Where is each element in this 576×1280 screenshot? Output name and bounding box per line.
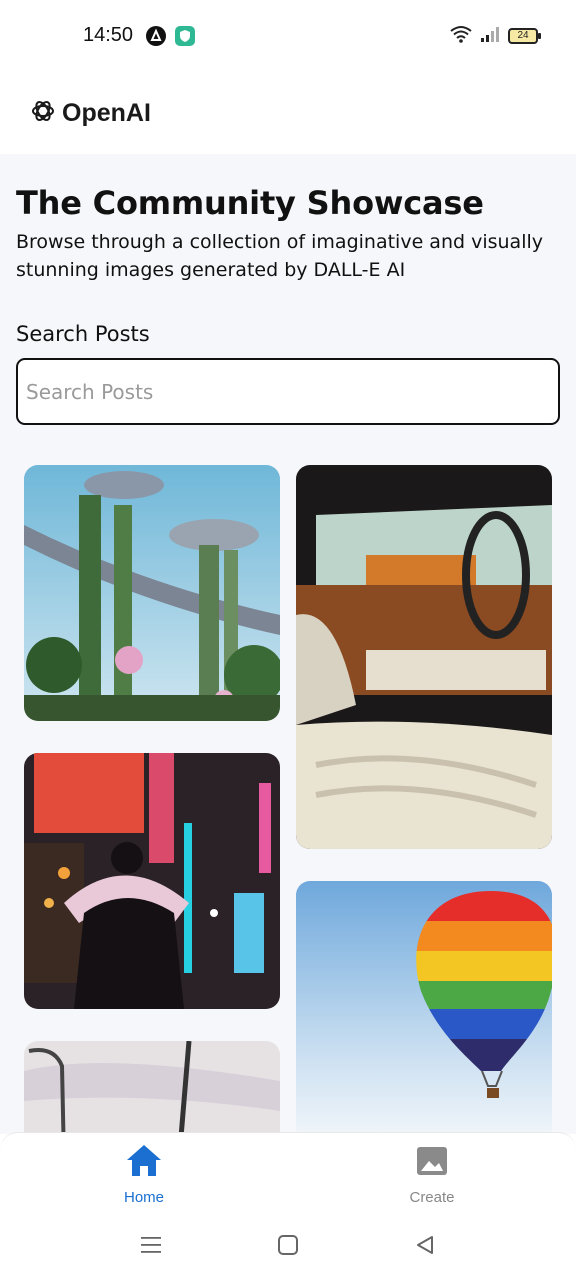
sky-streetlight-image xyxy=(24,1041,280,1134)
futuristic-city-image xyxy=(24,465,280,721)
nav-label-home: Home xyxy=(123,1189,164,1206)
gallery-card-car-interior[interactable] xyxy=(296,465,552,849)
gallery-card-hot-air-balloon[interactable] xyxy=(296,881,552,1134)
search-input[interactable] xyxy=(16,358,560,425)
notification-a-icon xyxy=(146,26,166,46)
hot-air-balloon-image xyxy=(296,881,552,1134)
main-content: The Community Showcase Browse through a … xyxy=(0,154,576,1134)
signal-icon xyxy=(480,25,500,47)
status-right-group: 24 xyxy=(450,25,541,47)
car-interior-image xyxy=(296,465,552,849)
back-icon[interactable] xyxy=(414,1234,436,1260)
menu-icon[interactable] xyxy=(140,1234,162,1260)
search-label: Search Posts xyxy=(16,322,150,346)
nav-item-create[interactable]: Create xyxy=(372,1141,492,1206)
status-bar: 14:50 24 xyxy=(0,0,576,72)
app-header: OpenAI xyxy=(0,72,576,154)
battery-icon: 24 xyxy=(508,28,541,44)
shield-app-icon xyxy=(175,26,195,46)
image-icon xyxy=(372,1141,492,1185)
gallery-card-neon-city[interactable] xyxy=(24,753,280,1009)
bottom-nav: Home Create xyxy=(0,1132,576,1220)
logo-text[interactable]: OpenAI xyxy=(62,99,151,128)
home-icon xyxy=(84,1141,204,1185)
neon-city-image xyxy=(24,753,280,1009)
gallery-card-sky-streetlight[interactable] xyxy=(24,1041,280,1134)
gallery-card-futuristic-city[interactable] xyxy=(24,465,280,721)
nav-item-home[interactable]: Home xyxy=(84,1141,204,1206)
status-time: 14:50 xyxy=(83,24,134,46)
page-subtitle: Browse through a collection of imaginati… xyxy=(16,231,543,281)
page-title: The Community Showcase xyxy=(16,184,484,222)
openai-logo-icon[interactable] xyxy=(30,98,56,128)
nav-label-create: Create xyxy=(409,1189,455,1206)
home-square-icon[interactable] xyxy=(277,1234,299,1260)
system-nav xyxy=(0,1220,576,1280)
wifi-icon xyxy=(450,25,472,47)
